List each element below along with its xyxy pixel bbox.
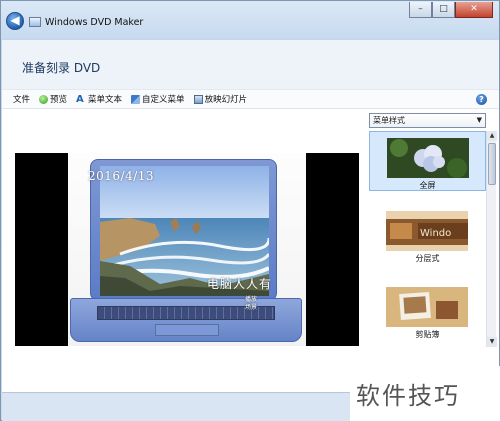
menu-scenes-option[interactable]: 场景 xyxy=(245,302,257,311)
app-window: ◀ Windows DVD Maker – □ ✕ 准备刻录 DVD 文件 预览… xyxy=(0,0,500,421)
chevron-down-icon: ▼ xyxy=(476,116,482,124)
file-menu-label: 文件 xyxy=(13,95,31,105)
preview-icon xyxy=(39,94,49,104)
toolbar: 文件 预览 A 菜单文本 自定义菜单 放映幻灯片 ? xyxy=(2,89,499,109)
close-button[interactable]: ✕ xyxy=(455,2,493,18)
menu-styles-list: 全屏 Windo 分层式 剪贴簿 xyxy=(369,131,486,347)
slideshow-button[interactable]: 放映幻灯片 xyxy=(193,93,248,105)
minimize-button[interactable]: – xyxy=(409,2,432,18)
flower-thumbnail xyxy=(387,138,469,178)
dvd-maker-app-icon xyxy=(29,17,41,27)
scrapbook-thumbnail xyxy=(386,287,468,327)
layered-thumbnail: Windo xyxy=(386,211,468,251)
styles-scrollbar[interactable]: ▲ ▼ xyxy=(486,131,497,347)
layered-thumb-text: Windo xyxy=(420,228,451,239)
laptop-touchpad xyxy=(155,324,219,336)
preview-button[interactable]: 预览 xyxy=(39,93,67,105)
help-icon[interactable]: ? xyxy=(476,94,487,105)
file-menu[interactable]: 文件 xyxy=(13,93,30,105)
window-controls: – □ ✕ xyxy=(409,2,493,18)
style-thumbnail: Windo xyxy=(386,211,468,251)
style-thumbnail xyxy=(386,287,468,327)
scrollbar-thumb[interactable] xyxy=(488,143,496,185)
page-title: 准备刻录 DVD xyxy=(22,61,101,75)
watermark-text: 软件技巧 xyxy=(350,366,500,421)
window-title: Windows DVD Maker xyxy=(45,17,144,28)
customize-menu-button[interactable]: 自定义菜单 xyxy=(131,93,185,105)
text-icon: A xyxy=(76,93,84,105)
menu-title-text: 电脑人人有 xyxy=(207,277,273,291)
style-label: 全屏 xyxy=(419,181,436,190)
slideshow-icon xyxy=(193,94,203,104)
scroll-up-arrow-icon[interactable]: ▲ xyxy=(487,131,497,141)
menu-preview: 2016/4/13 电脑人人有 播放 场景 xyxy=(15,153,359,346)
style-item-layered[interactable]: Windo 分层式 xyxy=(369,205,486,265)
preview-label: 预览 xyxy=(50,95,68,105)
menu-styles-selected: 菜单样式 xyxy=(373,116,405,125)
menu-text-label: 菜单文本 xyxy=(88,95,123,105)
page-header: 准备刻录 DVD xyxy=(2,39,499,89)
custom-menu-icon xyxy=(131,94,141,104)
menu-date-text: 2016/4/13 xyxy=(88,169,155,183)
main-content: 2016/4/13 电脑人人有 播放 场景 菜单样式 ▼ 全屏 Windo 分层… xyxy=(2,109,499,392)
style-label: 剪贴簿 xyxy=(415,330,440,339)
menu-text-button[interactable]: A 菜单文本 xyxy=(76,93,122,105)
back-button[interactable]: ◀ xyxy=(6,12,24,30)
slideshow-label: 放映幻灯片 xyxy=(204,95,248,105)
scroll-down-arrow-icon[interactable]: ▼ xyxy=(487,337,497,347)
style-label: 分层式 xyxy=(415,254,440,263)
style-thumbnail xyxy=(387,138,469,178)
customize-menu-label: 自定义菜单 xyxy=(142,95,185,105)
menu-styles-dropdown[interactable]: 菜单样式 ▼ xyxy=(369,113,486,128)
laptop-base xyxy=(70,298,302,342)
style-item-fullscreen[interactable]: 全屏 xyxy=(369,131,486,191)
maximize-button[interactable]: □ xyxy=(432,2,455,18)
title-bar: ◀ Windows DVD Maker – □ ✕ xyxy=(1,1,500,39)
back-arrow-icon: ◀ xyxy=(10,13,20,27)
style-item-scrapbook[interactable]: 剪贴簿 xyxy=(369,281,486,341)
